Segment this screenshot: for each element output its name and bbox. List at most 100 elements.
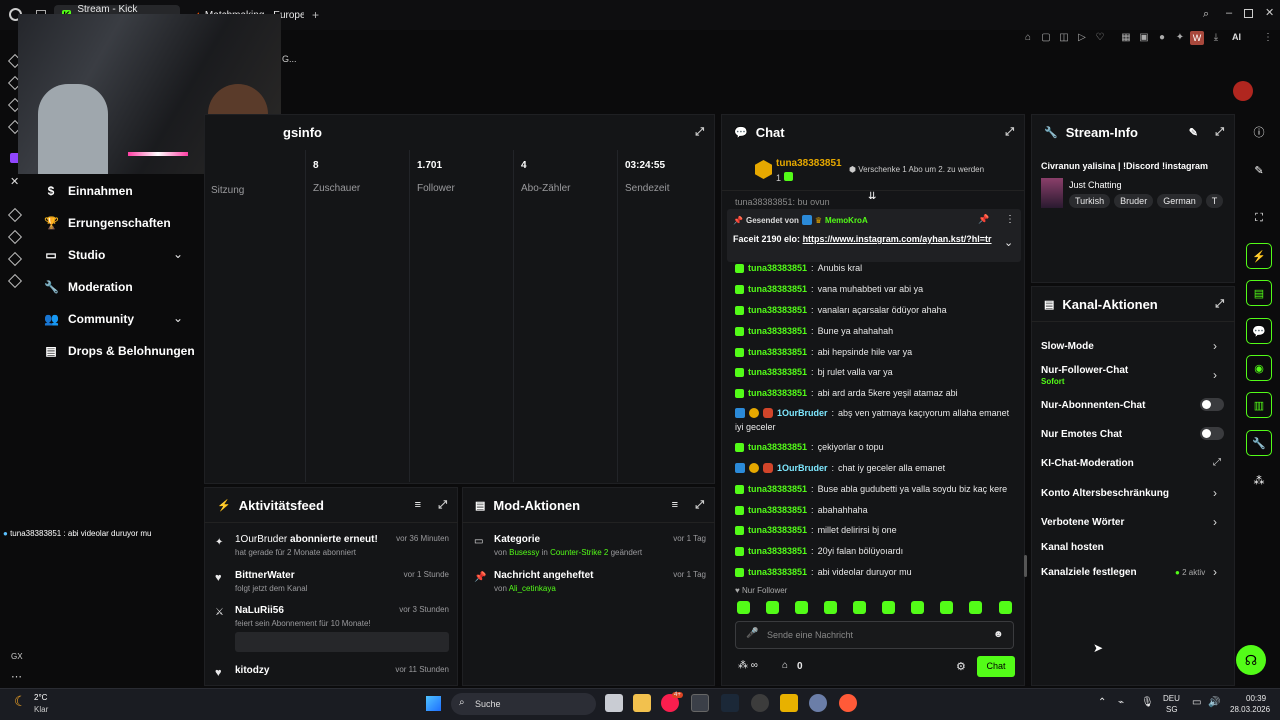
- tray-chevron-up-icon[interactable]: ⌃: [1098, 697, 1106, 708]
- ext-5k-icon[interactable]: ▣: [1138, 32, 1150, 44]
- expand-icon[interactable]: ⤢: [1215, 298, 1224, 311]
- mic-icon[interactable]: 🎤: [746, 628, 758, 639]
- chevron-right-icon[interactable]: ›: [1213, 486, 1217, 500]
- chat-message[interactable]: 1OurBruder: chat iy geceler alla emanet: [735, 463, 945, 473]
- app-icon[interactable]: [839, 694, 857, 712]
- broadcast-icon[interactable]: ◉: [1246, 355, 1272, 381]
- tray-volume-icon[interactable]: 🔊: [1208, 697, 1220, 708]
- action-ai-moderation[interactable]: KI-Chat-Moderation: [1041, 458, 1134, 469]
- chat-message[interactable]: tuna38383851: abi ard arda 5kere yeşil at…: [735, 388, 958, 398]
- chat-username[interactable]: tuna38383851: [748, 484, 807, 494]
- chat-message[interactable]: tuna38383851:20yi falan bölüyoıardı: [735, 546, 903, 556]
- crop-icon[interactable]: ⛶: [1246, 205, 1272, 231]
- chat-username[interactable]: tuna38383851: [748, 367, 807, 377]
- chevron-right-icon[interactable]: ›: [1213, 565, 1217, 579]
- info-icon[interactable]: ⓘ: [1246, 119, 1272, 145]
- windows-start-icon[interactable]: [426, 696, 441, 711]
- more-icon[interactable]: ⋯: [11, 670, 22, 683]
- ext-dot-icon[interactable]: ●: [1156, 32, 1168, 44]
- file-explorer-icon[interactable]: [633, 694, 651, 712]
- emoji-icon[interactable]: ☻: [993, 629, 1004, 640]
- tray-mic-icon[interactable]: 🎙: [1141, 697, 1154, 708]
- action-host[interactable]: Kanal hosten: [1041, 542, 1104, 553]
- emote-icon[interactable]: [824, 601, 837, 614]
- chat-scrollbar[interactable]: [1024, 555, 1027, 577]
- nav-moderation[interactable]: 🔧 Moderation: [44, 280, 133, 294]
- tray-lang-1[interactable]: DEU: [1163, 694, 1180, 703]
- expand-icon[interactable]: ⤢: [438, 499, 447, 512]
- chevron-down-icon[interactable]: ⌄: [1004, 236, 1013, 249]
- chat-message[interactable]: tuna38383851: Bune ya ahahahah: [735, 326, 893, 336]
- server-icon[interactable]: ▥: [1246, 392, 1272, 418]
- chevron-right-icon[interactable]: ›: [1213, 368, 1217, 382]
- snapshot-icon[interactable]: ▢: [1040, 32, 1052, 44]
- chat-message[interactable]: tuna38383851: vana muhabbeti var abi ya: [735, 284, 923, 294]
- chevron-right-icon[interactable]: ›: [1213, 515, 1217, 529]
- emote-icon[interactable]: [969, 601, 982, 614]
- expand-icon[interactable]: ⤢: [695, 499, 704, 512]
- opera-sidebar-icon[interactable]: [7, 207, 23, 223]
- chat-username[interactable]: tuna38383851: [748, 284, 807, 294]
- restore-button[interactable]: [1244, 9, 1253, 18]
- edit-icon[interactable]: ✎: [1189, 126, 1198, 139]
- activity-item[interactable]: ♥ BittnerWater folgt jetzt dem Kanal vor 1 …: [213, 570, 453, 593]
- clock-time[interactable]: 00:39: [1246, 694, 1266, 703]
- tag[interactable]: Turkish: [1069, 194, 1111, 208]
- wrench-icon[interactable]: 🔧: [1246, 430, 1272, 456]
- weather-icon[interactable]: ☾: [14, 693, 27, 710]
- browser-search-icon[interactable]: ⌕: [1203, 8, 1209, 21]
- emote-icon[interactable]: [999, 601, 1012, 614]
- emote-icon[interactable]: [795, 601, 808, 614]
- channel-points-icon[interactable]: ⁂ ∞: [738, 660, 758, 671]
- chat-scroll-top-icon[interactable]: ⇊: [868, 191, 876, 202]
- bookmark-icon[interactable]: ⌂: [1022, 32, 1034, 44]
- extensions-icon[interactable]: ◫: [1058, 32, 1070, 44]
- chat-message[interactable]: tuna38383851: abi hepsinde hile var ya: [735, 347, 912, 357]
- chevron-down-icon[interactable]: ⌄: [173, 247, 183, 261]
- gifter-text[interactable]: ⬢ Verschenke 1 Abo um 2. zu werden: [849, 165, 984, 174]
- chat-message[interactable]: tuna38383851: millet delirirsi bj one: [735, 525, 897, 535]
- emotes-chat-toggle[interactable]: [1200, 427, 1224, 440]
- tag[interactable]: T: [1205, 194, 1224, 208]
- activity-item[interactable]: ⚔ NaLuRii56 feiert sein Abonnement für 10 …: [213, 605, 453, 652]
- opera-sidebar-icon[interactable]: [7, 273, 23, 289]
- document-icon[interactable]: ▤: [1246, 280, 1272, 306]
- emote-icon[interactable]: [853, 601, 866, 614]
- support-button[interactable]: ☊: [1236, 645, 1266, 675]
- bolt-icon[interactable]: ⚡: [1246, 243, 1272, 269]
- mod-item[interactable]: 📌 Nachricht angeheftet von Ali_cetinkaya vo…: [474, 570, 710, 593]
- app-icon[interactable]: [751, 694, 769, 712]
- chat-message[interactable]: tuna38383851: Buse abla gudubetti ya vall…: [735, 484, 1007, 494]
- chat-username[interactable]: tuna38383851: [748, 525, 807, 535]
- action-goals[interactable]: Kanalziele festlegen: [1041, 567, 1137, 578]
- chat-username[interactable]: tuna38383851: [748, 567, 807, 577]
- ext-cube-icon[interactable]: ▦: [1120, 32, 1132, 44]
- chevron-down-icon[interactable]: ⌄: [173, 311, 183, 325]
- expand-icon[interactable]: ⤢: [695, 126, 704, 139]
- nav-community[interactable]: 👥 Community: [44, 312, 134, 326]
- chat-username[interactable]: tuna38383851: [748, 263, 807, 273]
- category-name[interactable]: Just Chatting: [1069, 180, 1122, 190]
- new-tab-button[interactable]: +: [312, 8, 319, 22]
- task-view-icon[interactable]: [605, 694, 623, 712]
- opera-sidebar-icon[interactable]: [7, 229, 23, 245]
- chat-username[interactable]: tuna38383851: [748, 442, 807, 452]
- chat-username[interactable]: tuna38383851: [748, 326, 807, 336]
- ext-w-icon[interactable]: W: [1190, 31, 1204, 45]
- close-window-button[interactable]: ✕: [1265, 6, 1274, 19]
- chevron-right-icon[interactable]: ›: [1213, 339, 1217, 353]
- taskbar-search[interactable]: [451, 693, 596, 715]
- mod-item[interactable]: ▭ Kategorie von Busessy in Counter-Strike …: [474, 534, 710, 557]
- opera-icon[interactable]: [691, 694, 709, 712]
- play-icon[interactable]: ▷: [1076, 32, 1088, 44]
- emote-icon[interactable]: [911, 601, 924, 614]
- download-icon[interactable]: ⤓: [1210, 32, 1222, 44]
- chat-message[interactable]: tuna38383851: Anubis kral: [735, 263, 862, 273]
- emote-icon[interactable]: [940, 601, 953, 614]
- emote-icon[interactable]: [766, 601, 779, 614]
- steam-icon[interactable]: [721, 694, 739, 712]
- chat-username[interactable]: tuna38383851: [748, 546, 807, 556]
- action-slow-mode[interactable]: Slow-Mode: [1041, 341, 1094, 352]
- filter-icon[interactable]: ≡: [672, 499, 678, 511]
- unpin-icon[interactable]: 📌: [978, 214, 989, 225]
